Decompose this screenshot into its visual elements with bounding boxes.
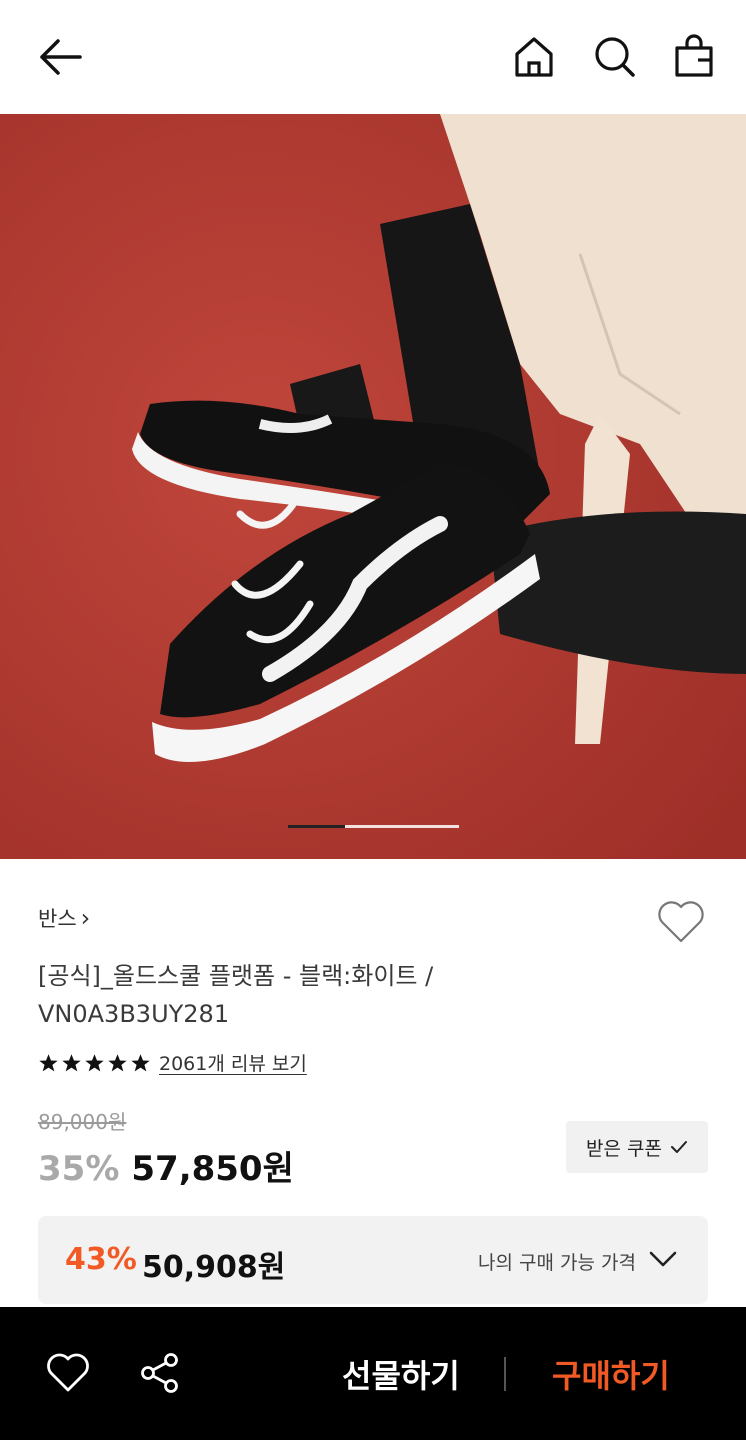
share-icon xyxy=(141,1353,178,1393)
wishlist-button[interactable] xyxy=(656,899,706,945)
gift-button[interactable]: 선물하기 xyxy=(342,1351,460,1397)
my-discount-rate: 43% xyxy=(65,1242,137,1277)
product-title: [공식]_올드스쿨 플랫폼 - 블랙:화이트 / VN0A3B3UY281 xyxy=(38,962,434,1028)
home-icon xyxy=(515,37,553,77)
product-image-carousel[interactable] xyxy=(0,114,746,859)
star-icon xyxy=(62,1053,81,1071)
star-icon xyxy=(131,1053,150,1071)
arrow-left-icon xyxy=(40,39,82,75)
chevron-down-icon xyxy=(649,1251,677,1267)
star-icon xyxy=(85,1053,104,1071)
coupon-label: 받은 쿠폰 xyxy=(586,1137,662,1160)
review-link[interactable]: 2061개 리뷰 보기 xyxy=(159,1049,307,1076)
rating-row: 2061개 리뷰 보기 xyxy=(38,1049,307,1076)
coupon-button[interactable]: 받은 쿠폰 xyxy=(566,1121,708,1173)
home-button[interactable] xyxy=(512,34,556,80)
price-row: 35% 57,850원 xyxy=(38,1141,294,1190)
heart-icon xyxy=(658,901,704,943)
my-price-label: 나의 구매 가능 가격 xyxy=(478,1252,636,1274)
star-icon xyxy=(108,1053,127,1071)
buy-button[interactable]: 구매하기 xyxy=(552,1351,670,1397)
bottom-action-bar: 선물하기 구매하기 xyxy=(0,1307,746,1440)
wishlist-bottom-button[interactable] xyxy=(46,1353,90,1393)
divider xyxy=(504,1357,506,1391)
chevron-right-icon: › xyxy=(80,904,91,932)
original-price: 89,000원 xyxy=(38,1110,127,1134)
top-nav-bar xyxy=(0,0,746,114)
brand-name: 반스 xyxy=(38,907,77,931)
product-photo xyxy=(0,114,746,859)
product-info: 반스 › [공식]_올드스쿨 플랫폼 - 블랙:화이트 / VN0A3B3UY2… xyxy=(0,859,746,1307)
star-icon xyxy=(39,1053,58,1071)
check-icon xyxy=(670,1141,687,1153)
cart-button[interactable] xyxy=(672,34,716,80)
search-button[interactable] xyxy=(592,34,636,80)
search-icon xyxy=(595,37,635,77)
back-button[interactable] xyxy=(34,34,86,80)
rating-stars xyxy=(38,1053,151,1073)
my-price: 50,908원 xyxy=(142,1250,286,1285)
sale-price: 57,850원 xyxy=(131,1149,294,1189)
discount-rate: 35% xyxy=(38,1149,120,1189)
shopping-bag-icon xyxy=(675,34,713,77)
carousel-indicator-active xyxy=(288,825,345,828)
my-price-dropdown[interactable]: 43% 50,908원 나의 구매 가능 가격 xyxy=(38,1216,708,1304)
share-button[interactable] xyxy=(139,1352,181,1394)
brand-link[interactable]: 반스 › xyxy=(38,903,90,933)
heart-icon xyxy=(47,1353,89,1392)
carousel-indicator xyxy=(288,825,459,828)
